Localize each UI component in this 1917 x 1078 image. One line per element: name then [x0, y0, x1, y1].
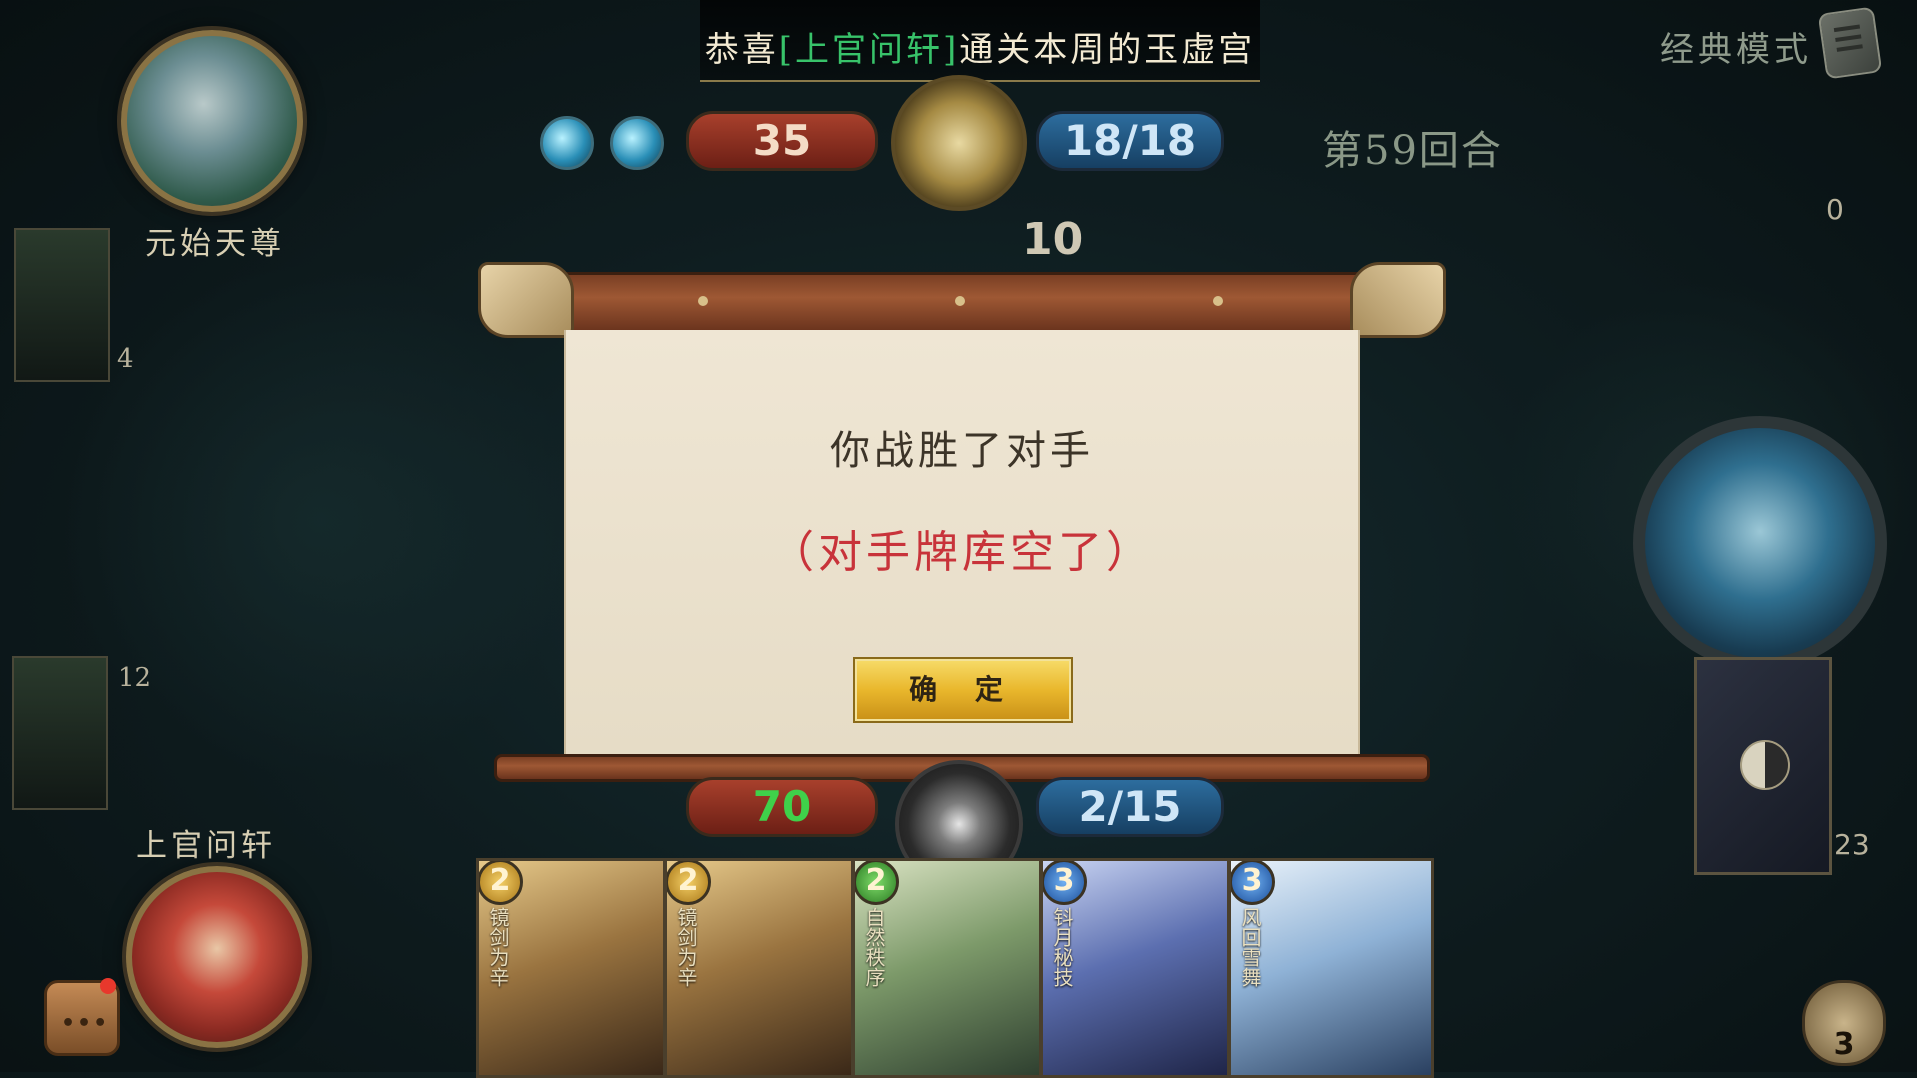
shuriken-emblem-icon: [891, 75, 1027, 211]
game-mode-label: 经典模式: [1660, 30, 1812, 70]
center-counter: 10: [1022, 214, 1084, 265]
opponent-side-card[interactable]: [14, 228, 110, 382]
player-side-card[interactable]: [12, 656, 108, 810]
player-hp: 70: [686, 777, 878, 837]
player-deck[interactable]: [1694, 657, 1832, 875]
player-mana: 2/15: [1036, 777, 1224, 837]
card-title: 自然秩序: [862, 907, 886, 987]
hand-card[interactable]: 2 镜剑为辛: [664, 858, 854, 1078]
notification-badge: [100, 978, 116, 994]
hand-card[interactable]: 2 自然秩序: [852, 858, 1042, 1078]
dialog-top-rod-cap-left: [478, 262, 574, 338]
emote-button[interactable]: 3: [1802, 980, 1886, 1066]
opponent-side-card-count: 4: [117, 344, 134, 374]
result-dialog: 你战胜了对手 （对手牌库空了） 确 定: [564, 330, 1360, 755]
scroll-list-icon[interactable]: [1817, 6, 1883, 80]
emote-count: 3: [1833, 1027, 1855, 1062]
card-cost: 2: [479, 861, 523, 905]
opponent-hp: 35: [686, 111, 878, 171]
announcement-player-name: [上官问轩]: [778, 30, 960, 70]
yinyang-icon: [1740, 740, 1790, 790]
hand-card[interactable]: 3 风回雪舞: [1228, 858, 1434, 1078]
card-title: 钭月秘技: [1050, 907, 1074, 987]
rod-rivet: [1213, 296, 1223, 306]
opponent-orb-icon: [540, 116, 594, 170]
opponent-avatar[interactable]: [121, 30, 303, 212]
rod-rivet: [698, 296, 708, 306]
rod-rivet: [955, 296, 965, 306]
world-orb-icon[interactable]: [1633, 416, 1887, 670]
card-cost: 3: [1043, 861, 1087, 905]
card-cost: 2: [667, 861, 711, 905]
hand-card[interactable]: 3 钭月秘技: [1040, 858, 1230, 1078]
card-title: 镜剑为辛: [674, 907, 698, 987]
dialog-top-rod-cap-right: [1350, 262, 1446, 338]
opponent-mana: 18/18: [1036, 111, 1224, 171]
player-name: 上官问轩: [136, 828, 276, 864]
player-deck-count: 23: [1834, 828, 1870, 861]
player-side-card-count: 12: [118, 663, 152, 693]
chat-bubble-icon: •••: [61, 1011, 110, 1036]
card-title: 镜剑为辛: [486, 907, 510, 987]
announcement-text: 恭喜[上官问轩]通关本周的玉虚宫: [704, 30, 1256, 70]
card-cost: 3: [1231, 861, 1275, 905]
confirm-button[interactable]: 确 定: [853, 657, 1073, 723]
card-cost: 2: [855, 861, 899, 905]
opponent-orb-icon: [610, 116, 664, 170]
player-avatar[interactable]: [126, 866, 308, 1048]
card-title: 风回雪舞: [1238, 907, 1262, 987]
right-top-count: 0: [1826, 193, 1844, 226]
announcement-banner: 恭喜[上官问轩]通关本周的玉虚宫: [700, 0, 1260, 82]
dialog-message: 你战胜了对手: [830, 428, 1094, 474]
dialog-reason: （对手牌库空了）: [770, 527, 1154, 578]
turn-counter: 第59回合: [1322, 128, 1503, 174]
opponent-name: 元始天尊: [145, 226, 285, 262]
hand-card[interactable]: 2 镜剑为辛: [476, 858, 666, 1078]
